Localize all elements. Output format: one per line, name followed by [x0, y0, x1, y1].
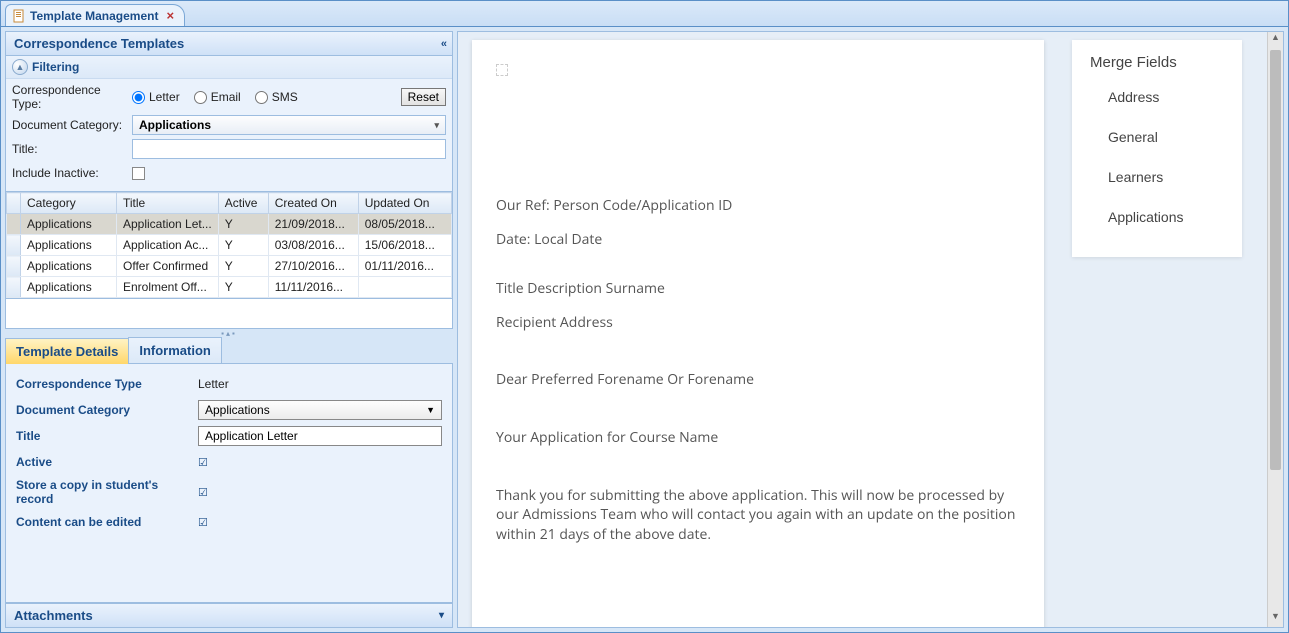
radio-sms[interactable]: SMS — [255, 90, 298, 104]
vertical-scrollbar[interactable]: ▲ ▼ — [1267, 32, 1283, 627]
merge-fields-panel: Merge Fields Address General Learners Ap… — [1072, 40, 1242, 257]
col-updated[interactable]: Updated On — [358, 193, 451, 214]
detail-active-label: Active — [16, 455, 198, 469]
col-created[interactable]: Created On — [268, 193, 358, 214]
preview-name-line: Title Description Surname — [496, 279, 1020, 299]
splitter-handle[interactable]: ▪▴▪ — [5, 329, 453, 337]
row-header-blank — [7, 193, 21, 214]
filtering-header[interactable]: ▲ Filtering — [6, 56, 452, 79]
detail-store-copy-checkbox[interactable]: ☑ — [198, 486, 208, 499]
document-category-select[interactable]: Applications ▾ — [132, 115, 446, 135]
chevron-down-icon: ▼ — [426, 405, 435, 415]
correspondence-type-label: Correspondence Type: — [12, 83, 132, 111]
scroll-down-icon[interactable]: ▼ — [1268, 611, 1283, 627]
reset-button[interactable]: Reset — [401, 88, 446, 106]
detail-title-label: Title — [16, 429, 198, 443]
radio-letter[interactable]: Letter — [132, 90, 180, 104]
preview-subject: Your Application for Course Name — [496, 428, 1020, 448]
merge-item-general[interactable]: General — [1072, 117, 1242, 157]
detail-corr-type-label: Correspondence Type — [16, 377, 198, 391]
include-inactive-label: Include Inactive: — [12, 166, 132, 180]
preview-our-ref: Our Ref: Person Code/Application ID — [496, 196, 1020, 216]
detail-corr-type-value: Letter — [198, 377, 442, 391]
merge-item-address[interactable]: Address — [1072, 77, 1242, 117]
table-row[interactable]: Applications Application Ac... Y 03/08/2… — [7, 235, 452, 256]
radio-email[interactable]: Email — [194, 90, 241, 104]
preview-body: Thank you for submitting the above appli… — [496, 486, 1020, 545]
detail-editable-checkbox[interactable]: ☑ — [198, 516, 208, 529]
preview-salutation: Dear Preferred Forename Or Forename — [496, 370, 1020, 390]
preview-date: Date: Local Date — [496, 230, 1020, 250]
document-category-label: Document Category: — [12, 118, 132, 132]
close-icon[interactable]: × — [166, 8, 174, 23]
col-active[interactable]: Active — [218, 193, 268, 214]
table-row[interactable]: Applications Offer Confirmed Y 27/10/201… — [7, 256, 452, 277]
merge-fields-title: Merge Fields — [1072, 54, 1242, 77]
filtering-title: Filtering — [32, 60, 79, 74]
document-preview[interactable]: Our Ref: Person Code/Application ID Date… — [472, 40, 1044, 628]
document-tab[interactable]: Template Management × — [5, 4, 185, 26]
preview-panel: Our Ref: Person Code/Application ID Date… — [457, 31, 1284, 628]
preview-address: Recipient Address — [496, 313, 1020, 333]
include-inactive-checkbox[interactable] — [132, 167, 145, 180]
template-icon — [12, 9, 26, 23]
image-placeholder-icon — [496, 64, 508, 76]
collapse-up-icon[interactable]: ▲ — [12, 59, 28, 75]
templates-grid[interactable]: Category Title Active Created On Updated… — [5, 192, 453, 299]
table-row[interactable]: Applications Application Let... Y 21/09/… — [7, 214, 452, 235]
detail-title-input[interactable] — [198, 426, 442, 446]
collapse-left-icon[interactable]: « — [441, 38, 444, 50]
table-row[interactable]: Applications Enrolment Off... Y 11/11/20… — [7, 277, 452, 298]
detail-doc-cat-label: Document Category — [16, 403, 198, 417]
title-filter-input[interactable] — [132, 139, 446, 159]
merge-item-learners[interactable]: Learners — [1072, 157, 1242, 197]
attachments-panel-header[interactable]: Attachments ▾ — [5, 603, 453, 628]
detail-store-copy-label: Store a copy in student's record — [16, 478, 198, 506]
templates-panel-header: Correspondence Templates « — [5, 31, 453, 56]
title-filter-label: Title: — [12, 142, 132, 156]
detail-doc-cat-select[interactable]: Applications ▼ — [198, 400, 442, 420]
grid-empty-space — [5, 299, 453, 329]
detail-active-checkbox[interactable]: ☑ — [198, 456, 208, 469]
tab-template-details[interactable]: Template Details — [5, 338, 129, 364]
col-category[interactable]: Category — [21, 193, 117, 214]
templates-panel-title: Correspondence Templates — [14, 36, 184, 51]
document-tab-title: Template Management — [30, 9, 158, 23]
col-title[interactable]: Title — [117, 193, 219, 214]
scroll-up-icon[interactable]: ▲ — [1268, 32, 1283, 48]
scroll-thumb[interactable] — [1270, 50, 1281, 470]
details-tab-strip: Template Details Information — [5, 337, 453, 364]
expand-icon[interactable]: ▾ — [439, 610, 444, 621]
tab-information[interactable]: Information — [128, 337, 222, 363]
detail-editable-label: Content can be edited — [16, 515, 198, 529]
attachments-title: Attachments — [14, 608, 93, 623]
window-tab-bar: Template Management × — [1, 1, 1288, 27]
chevron-down-icon: ▾ — [434, 120, 439, 131]
merge-item-applications[interactable]: Applications — [1072, 197, 1242, 237]
